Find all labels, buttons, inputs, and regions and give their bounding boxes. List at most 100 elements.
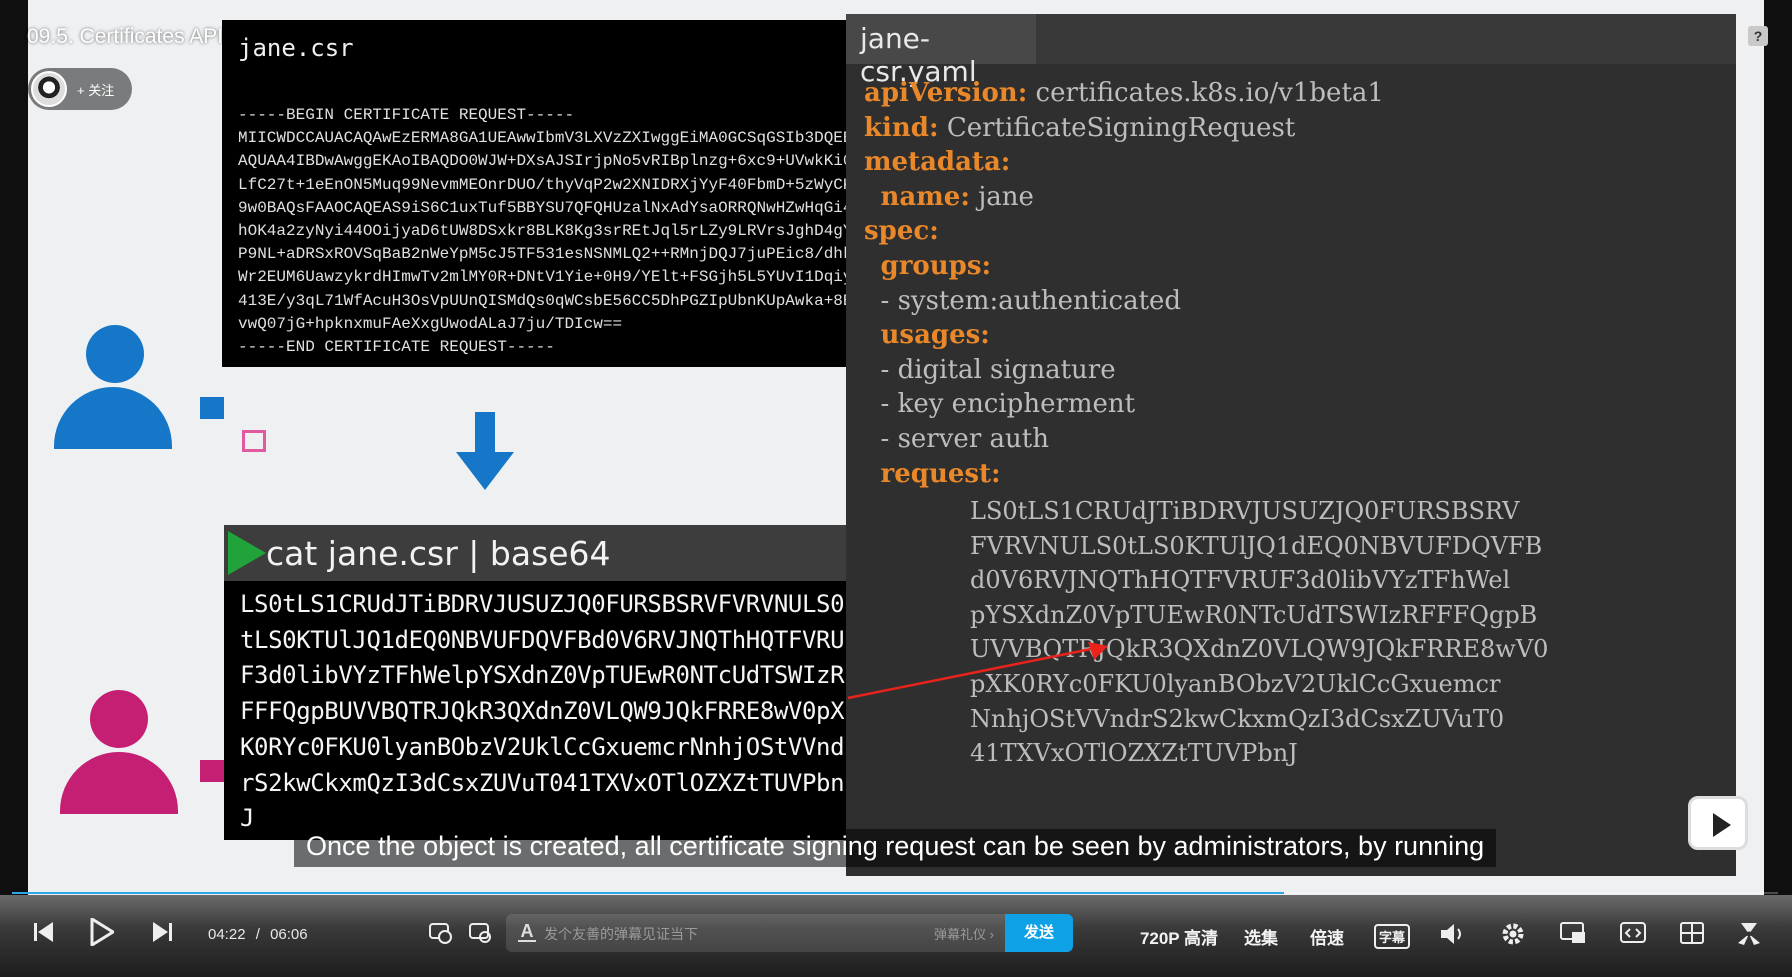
danmu-input[interactable]: A 发个友善的弹幕见证当下 弹幕礼仪 ›: [506, 914, 1006, 952]
subtitle-button[interactable]: 字幕: [1374, 895, 1410, 977]
csr-line: AQUAA4IBDwAwggEKAoIBAQDO0WJW+DXsAJSIrjpN…: [238, 152, 853, 171]
quality-button[interactable]: 720P 高清: [1136, 895, 1222, 977]
yaml-row: groups:: [864, 249, 1384, 284]
red-arrow-icon: [847, 642, 1108, 700]
yaml-request-line: LS0tLS1CRUdJTiBDRVJUSUZJQ0FURSBSRV: [970, 497, 1520, 525]
play-prompt-icon: [228, 531, 266, 575]
csr-content: -----BEGIN CERTIFICATE REQUEST----- MIICW…: [238, 104, 853, 359]
time-display: 04:22 / 06:06: [208, 926, 308, 943]
help-icon[interactable]: ?: [1748, 26, 1768, 46]
danmu-settings-icon[interactable]: [468, 920, 492, 944]
next-icon[interactable]: [152, 921, 172, 943]
tab-bar: [1036, 14, 1736, 64]
yaml-request-line: 41TXVxOTlOZXZtTUVPbnJ: [970, 739, 1298, 768]
yaml-editor-panel: jane-csr.yaml apiVersion: certificates.k…: [846, 14, 1736, 876]
key-square-pink-outline: [242, 430, 266, 452]
yaml-request-line: FVRVNULS0tLS0KTUlJQ1dEQ0NBVUFDQVFB: [970, 531, 1543, 560]
progress-bar[interactable]: [12, 892, 1778, 894]
web-fullscreen-icon[interactable]: [1680, 922, 1704, 944]
key-square-pink: [200, 760, 226, 782]
user-icon-admin: [54, 325, 174, 450]
yaml-file-tab[interactable]: jane-csr.yaml: [846, 14, 1036, 88]
base64-line: rS2kwCkxmQzI3dCsxZUVuT041TXVxOTlOZXZtTUV…: [240, 768, 845, 797]
command-bar: cat jane.csr | base64: [224, 525, 856, 581]
yaml-key: request:: [880, 458, 1001, 489]
csr-line: Wr2EUM6UawzykrdHImwTv2mlMY0R+DNtV1Yie+0H…: [238, 268, 853, 287]
csr-line: P9NL+aDRSxROVSqBaB2nWeYpM5cJ5TF531esNSNM…: [238, 245, 853, 264]
play-icon[interactable]: [90, 918, 114, 946]
yaml-content: apiVersion: certificates.k8s.io/v1beta1 k…: [864, 76, 1384, 491]
yaml-value: jane: [969, 181, 1034, 212]
user-icon-jane: [60, 690, 180, 815]
pip-icon[interactable]: [1560, 922, 1586, 944]
yaml-request-line: pYSXdnZ0VpTUEwR0NTcUdTSWIzRFFFQgpB: [970, 600, 1538, 629]
yaml-value: CertificateSigningRequest: [938, 112, 1296, 143]
yaml-row: apiVersion: certificates.k8s.io/v1beta1: [864, 76, 1384, 111]
yaml-row: kind: CertificateSigningRequest: [864, 111, 1384, 146]
base64-line: tLS0KTUlJQ1dEQ0NBVUFDQVFBd0V6RVJNQThHQTF…: [240, 625, 845, 654]
yaml-row: request:: [864, 457, 1384, 492]
yaml-value: - digital signature: [880, 354, 1116, 385]
follow-button[interactable]: + 关注: [28, 68, 132, 110]
yaml-row: - system:authenticated: [864, 284, 1384, 319]
yaml-row: - server auth: [864, 422, 1384, 457]
yaml-value: - key encipherment: [880, 389, 1136, 420]
csr-line: vwQ07jG+hpknxmuFAeXxgUwodALaJ7ju/TDIcw==: [238, 314, 623, 333]
yaml-key: spec:: [864, 216, 939, 247]
down-arrow-icon: [456, 412, 514, 490]
key-square-blue: [200, 397, 224, 419]
speed-button[interactable]: 倍速: [1306, 895, 1348, 977]
player-control-bar: 04:22 / 06:06 A 发个友善的弹幕见证当下 弹幕礼仪 › 发送 72…: [0, 895, 1792, 977]
base64-line: LS0tLS1CRUdJTiBDRVJUSUZJQ0FURSBSRVFVRVNU…: [240, 590, 845, 618]
yaml-key: metadata:: [864, 147, 1011, 178]
yaml-value: certificates.k8s.io/v1beta1: [1027, 78, 1384, 108]
yaml-row: - key encipherment: [864, 387, 1384, 422]
video-subtitle: Once the object is created, all certific…: [294, 829, 1497, 867]
danmu-placeholder: 发个友善的弹幕见证当下: [544, 926, 698, 942]
base64-line: K0RYc0FKU0lyanBObzV2UklCcGxuemcrNnhjOStV…: [240, 732, 845, 761]
settings-gear-icon[interactable]: [1500, 921, 1526, 947]
subtitle-button-label: 字幕: [1374, 923, 1410, 949]
send-button[interactable]: 发送: [1005, 914, 1073, 952]
yaml-key: groups:: [880, 250, 992, 281]
yaml-row: - digital signature: [864, 353, 1384, 388]
fullscreen-icon[interactable]: [1736, 921, 1762, 947]
csr-line: hOK4a2zyNyi44OOijyaD6tUW8DSxkr8BLK8Kg3sr…: [238, 222, 853, 241]
current-time: 04:22: [208, 926, 246, 943]
yaml-row: metadata:: [864, 145, 1384, 180]
text-style-icon[interactable]: A: [518, 922, 536, 942]
csr-line: 9w0BAQsFAAOCAQEAS9iS6C1uxTuf5BBYSU7QFQHU…: [238, 198, 853, 217]
danmu-toggle-icon[interactable]: [428, 920, 452, 944]
csr-line: 413E/y3qL71WfAcuH3OsVpUUnQISMdQs0qWCsbE5…: [238, 291, 853, 310]
yaml-key: usages:: [880, 320, 990, 351]
yaml-key: apiVersion:: [864, 78, 1028, 108]
csr-terminal-panel: jane.csr -----BEGIN CERTIFICATE REQUEST-…: [222, 20, 856, 367]
base64-line: FFFQgpBUVVBQTRJQkR3QXdnZ0VLQW9JQkFRRE8wV…: [240, 697, 845, 726]
widescreen-icon[interactable]: [1620, 922, 1646, 944]
base64-terminal-panel: cat jane.csr | base64 LS0tLS1CRUdJTiBDRV…: [224, 525, 856, 840]
base64-output: LS0tLS1CRUdJTiBDRVJUSUZJQ0FURSBSRVFVRVNU…: [240, 587, 845, 837]
yaml-row: spec:: [864, 214, 1384, 249]
video-title: 09.5. Certificates API: [27, 25, 224, 48]
base64-line: F3d0libVYzTFhWelpYSXdnZ0VpTUEwR0NTcUdTSW…: [240, 661, 845, 690]
csr-line: -----BEGIN CERTIFICATE REQUEST-----: [238, 106, 575, 124]
danmu-etiquette-link[interactable]: 弹幕礼仪 ›: [934, 924, 994, 943]
progress-fill: [12, 892, 1284, 894]
csr-line: LfC27t+1eEnON5Muq99NevmMEOnrDUO/thyVqP2w…: [238, 175, 853, 194]
volume-icon[interactable]: [1440, 923, 1466, 945]
follow-label: + 关注: [77, 82, 115, 98]
video-frame[interactable]: jane.csr -----BEGIN CERTIFICATE REQUEST-…: [28, 0, 1764, 895]
yaml-key: kind:: [864, 112, 939, 143]
previous-icon[interactable]: [34, 921, 54, 943]
base64-command: cat jane.csr | base64: [266, 533, 611, 573]
yaml-key: name:: [880, 181, 970, 212]
csr-line: MIICWDCCAUACAQAwEzERMA8GA1UEAwwIbmV3LXVz…: [238, 129, 853, 148]
yaml-value: - server auth: [880, 423, 1049, 454]
episodes-button[interactable]: 选集: [1240, 895, 1282, 977]
csr-line: -----END CERTIFICATE REQUEST-----: [238, 338, 555, 357]
uploader-avatar[interactable]: [31, 71, 67, 107]
yaml-value: - system:authenticated: [880, 285, 1182, 316]
yaml-request-line: d0V6RVJNQThHQTFVRUF3d0libVYzTFhWel: [970, 566, 1511, 595]
duration: 06:06: [270, 926, 308, 943]
time-separator: /: [255, 926, 260, 943]
